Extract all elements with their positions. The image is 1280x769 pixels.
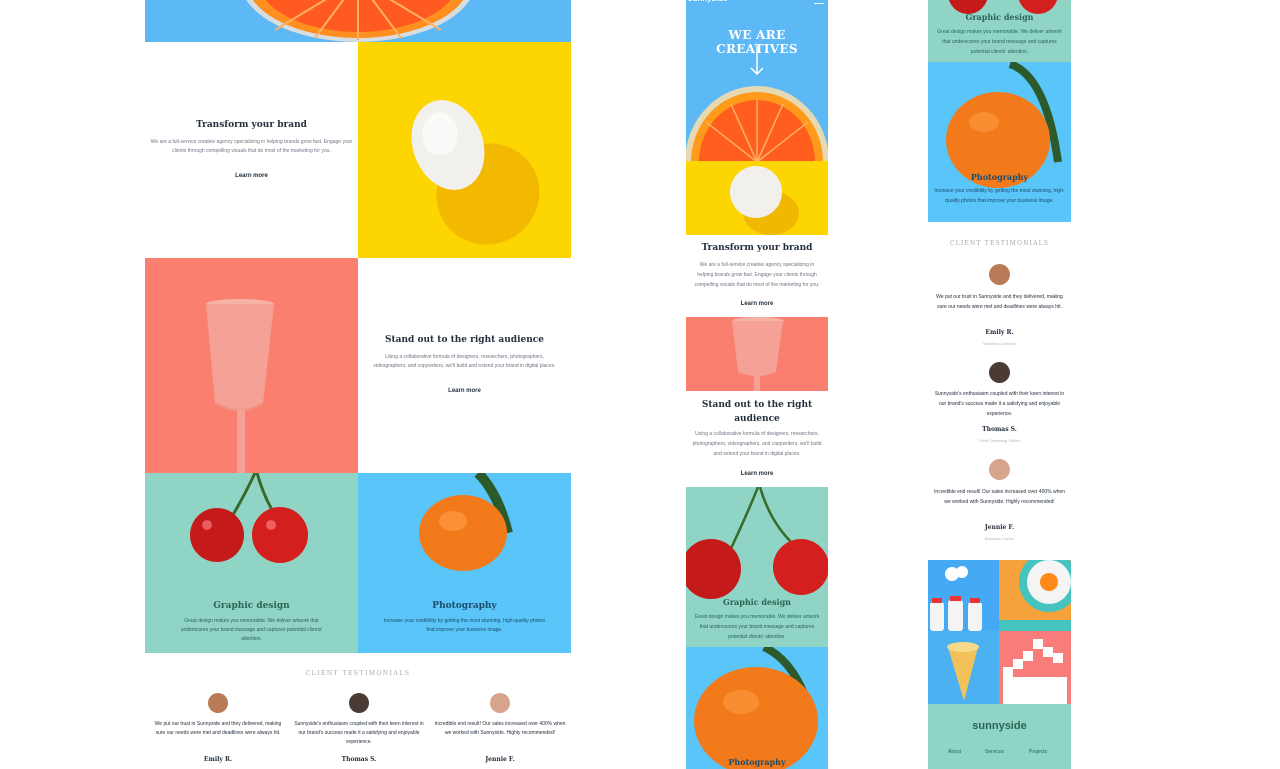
testimonial-card: Sunnyside's enthusiasm coupled with thei… bbox=[291, 693, 427, 769]
mobile-photography-title: Photography bbox=[728, 757, 786, 767]
transform-learn-more-link[interactable]: Learn more bbox=[145, 173, 358, 179]
testimonial-card: We put our trust in Sunnyside and they d… bbox=[150, 693, 286, 769]
egg-image bbox=[358, 42, 571, 258]
mobile-photography-card: Photography bbox=[686, 647, 828, 769]
testimonial-card: We put our trust in Sunnyside and they d… bbox=[932, 264, 1067, 354]
mobile2-photography-body: Increase your credibility by getting the… bbox=[934, 188, 1065, 204]
testimonial-quote: We put our trust in Sunnyside and they d… bbox=[154, 721, 282, 736]
testimonial-name: Jennie F. bbox=[984, 524, 1015, 531]
mobile-standout-learn-more-link[interactable]: Learn more bbox=[686, 471, 828, 477]
testimonial-role: Marketing Director bbox=[983, 341, 1016, 346]
testimonial-card: Sunnyside's enthusiasm coupled with thei… bbox=[932, 362, 1067, 452]
testimonial-name: Emily R. bbox=[203, 756, 233, 763]
testimonial-quote: Sunnyside's enthusiasm coupled with thei… bbox=[294, 721, 424, 745]
mobile-graphic-design-title: Graphic design bbox=[723, 597, 791, 607]
mobile2-photography-card: Photography Increase your credibility by… bbox=[928, 62, 1071, 222]
standout-body: Using a collaborative formula of designe… bbox=[373, 354, 556, 369]
milk-bottles-illustration bbox=[930, 566, 982, 631]
avatar bbox=[989, 459, 1010, 480]
glass-image bbox=[145, 258, 358, 473]
mobile-graphic-design-card: Graphic design Great design makes you me… bbox=[686, 487, 828, 647]
sugar-cubes-illustration bbox=[1003, 639, 1067, 704]
gallery-ice-cream-cone-image bbox=[928, 631, 999, 704]
mobile-standout-section: Stand out to the right audience Using a … bbox=[686, 391, 828, 487]
hamburger-menu-icon[interactable] bbox=[814, 0, 824, 4]
avatar bbox=[490, 693, 510, 713]
avatar bbox=[989, 264, 1010, 285]
avatar bbox=[989, 362, 1010, 383]
testimonial-name: Thomas S. bbox=[982, 426, 1017, 433]
hero-orange-image bbox=[145, 0, 571, 42]
avatar bbox=[349, 693, 369, 713]
footer-link-about[interactable]: About bbox=[948, 749, 961, 755]
mobile-glass-image bbox=[686, 317, 828, 391]
ice-cream-cone-illustration bbox=[947, 642, 979, 701]
standout-learn-more-link[interactable]: Learn more bbox=[358, 388, 571, 394]
arrow-down-icon bbox=[750, 46, 764, 76]
photography-body: Increase your credibility by getting the… bbox=[383, 618, 546, 633]
graphic-design-card: Graphic design Great design makes you me… bbox=[145, 473, 358, 653]
testimonial-quote: Incredible end result! Our sales increas… bbox=[934, 489, 1065, 505]
mobile-hero: sunnyside WE ARE CREATIVES bbox=[686, 0, 828, 161]
orange-slice-illustration bbox=[686, 86, 828, 161]
testimonial-role: Chief Operating Officer bbox=[979, 438, 1020, 443]
testimonial-quote: We put our trust in Sunnyside and they d… bbox=[936, 294, 1063, 310]
testimonial-name: Jennie F. bbox=[485, 756, 515, 763]
testimonial-card: Incredible end result! Our sales increas… bbox=[932, 459, 1067, 549]
mobile-transform-section: Transform your brand We are a full-servi… bbox=[686, 235, 828, 317]
avatar bbox=[208, 693, 228, 713]
gallery-sugar-cubes-image bbox=[999, 631, 1071, 704]
photography-card: Photography Increase your credibility by… bbox=[358, 473, 571, 653]
transform-title: Transform your brand bbox=[196, 120, 307, 130]
testimonial-quote: Sunnyside's enthusiasm coupled with thei… bbox=[934, 391, 1065, 417]
mobile2-footer: sunnyside About Services Projects bbox=[928, 704, 1071, 769]
gallery-orange-bowl-image bbox=[999, 560, 1071, 631]
mobile-transform-title: Transform your brand bbox=[701, 243, 813, 253]
mobile-standout-title: Stand out to the right audience bbox=[701, 400, 813, 424]
gallery-milk-bottles-image bbox=[928, 560, 999, 631]
orange-illustration bbox=[694, 647, 818, 769]
standout-title: Stand out to the right audience bbox=[385, 335, 544, 345]
glass-illustration bbox=[206, 299, 274, 473]
mobile-logo[interactable]: sunnyside bbox=[688, 0, 728, 3]
glass-illustration bbox=[732, 317, 784, 391]
egg-illustration bbox=[730, 166, 799, 235]
footer-link-services[interactable]: Services bbox=[985, 749, 1004, 755]
testimonial-name: Emily R. bbox=[985, 329, 1014, 336]
footer-link-projects[interactable]: Projects bbox=[1029, 749, 1047, 755]
orange-slice-illustration bbox=[246, 0, 470, 42]
testimonial-name: Thomas S. bbox=[341, 756, 377, 763]
standout-section: Stand out to the right audience Using a … bbox=[358, 258, 571, 473]
mobile-egg-image bbox=[686, 161, 828, 235]
mobile2-testimonials-heading: CLIENT TESTIMONIALS bbox=[949, 240, 1050, 247]
testimonial-role: Business Owner bbox=[984, 536, 1015, 541]
testimonial-card: Incredible end result! Our sales increas… bbox=[432, 693, 568, 769]
egg-illustration bbox=[411, 100, 540, 245]
transform-body: We are a full-service creative agency sp… bbox=[150, 139, 353, 154]
graphic-design-title: Graphic design bbox=[213, 601, 290, 611]
testimonial-quote: Incredible end result! Our sales increas… bbox=[434, 721, 566, 736]
mobile-transform-learn-more-link[interactable]: Learn more bbox=[686, 301, 828, 307]
testimonials-heading: CLIENT TESTIMONIALS bbox=[305, 670, 411, 677]
mobile-transform-body: We are a full-service creative agency sp… bbox=[694, 262, 820, 288]
mobile-graphic-design-body: Great design makes you memorable. We del… bbox=[694, 614, 820, 640]
mobile2-graphic-design-body: Great design makes you memorable. We del… bbox=[937, 29, 1062, 55]
orange-bowl-illustration bbox=[999, 560, 1071, 631]
mobile2-graphic-design-title: Graphic design bbox=[965, 12, 1034, 22]
transform-section: Transform your brand We are a full-servi… bbox=[145, 42, 358, 258]
photography-title: Photography bbox=[432, 601, 497, 611]
footer-logo[interactable]: sunnyside bbox=[928, 720, 1071, 732]
mobile-standout-body: Using a collaborative formula of designe… bbox=[692, 431, 822, 457]
mobile2-photography-title: Photography bbox=[970, 172, 1029, 182]
graphic-design-body: Great design makes you memorable. We del… bbox=[180, 618, 323, 642]
mobile2-graphic-design-card: Graphic design Great design makes you me… bbox=[928, 0, 1071, 62]
